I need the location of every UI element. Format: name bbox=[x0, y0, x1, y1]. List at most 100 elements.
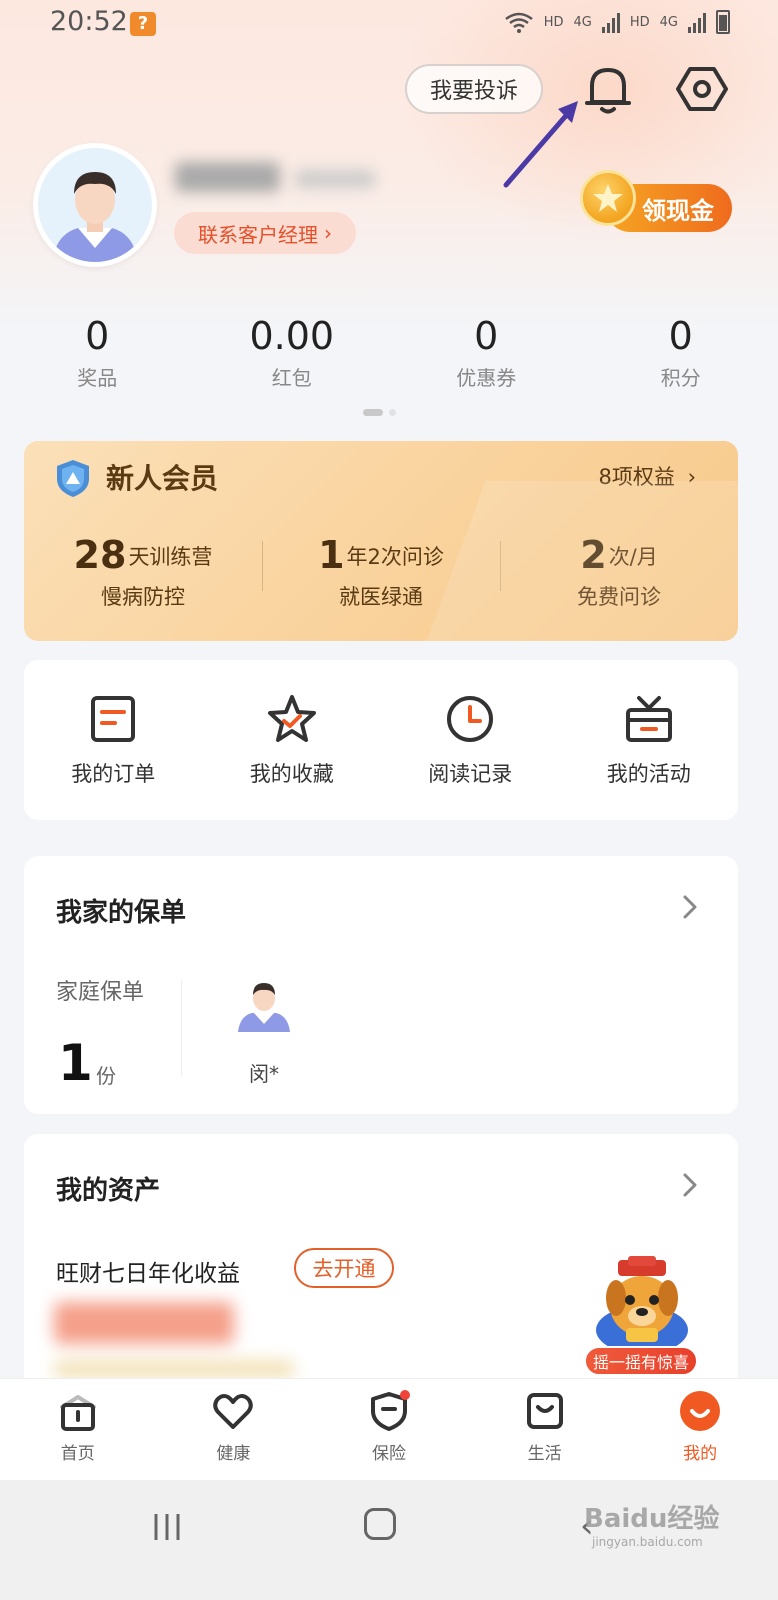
signal-icon bbox=[601, 11, 620, 33]
tab-insurance[interactable]: 保险 bbox=[311, 1379, 467, 1480]
notification-app-icon: ? bbox=[130, 12, 156, 36]
my-activities-button[interactable]: 我的活动 bbox=[560, 660, 739, 820]
benefit-unit: 年2次问诊 bbox=[346, 545, 444, 569]
recent-apps-icon[interactable] bbox=[150, 1510, 184, 1544]
member-rights-link[interactable]: 8项权益 › bbox=[599, 461, 696, 491]
stat-value: 0 bbox=[668, 314, 693, 358]
tab-home[interactable]: 首页 bbox=[0, 1379, 156, 1480]
benefit-unit: 次/月 bbox=[608, 545, 658, 569]
network-gen-2: 4G bbox=[659, 14, 678, 30]
benefit-name: 就医绿通 bbox=[339, 585, 423, 609]
action-label: 阅读记录 bbox=[428, 762, 513, 786]
chevron-right-icon[interactable] bbox=[682, 894, 698, 920]
status-bar: 20:52 ? HD 4G HD 4G bbox=[0, 0, 778, 46]
stat-value: 0 bbox=[85, 314, 110, 358]
contact-manager-button[interactable]: 联系客户经理 › bbox=[174, 212, 356, 254]
bottom-tab-bar: 首页 健康 保险 生活 我的 bbox=[0, 1378, 778, 1480]
clock-icon bbox=[447, 696, 494, 742]
divider bbox=[181, 980, 182, 1076]
stat-prizes[interactable]: 0 奖品 bbox=[0, 312, 195, 402]
benefit-number: 2 bbox=[580, 533, 607, 577]
action-label: 我的订单 bbox=[71, 762, 156, 786]
chevron-right-icon: › bbox=[324, 221, 332, 245]
watermark: Baidu经验 jingyan.baidu.com bbox=[584, 1498, 719, 1549]
member-shield-icon bbox=[57, 460, 89, 497]
benefit-number: 1 bbox=[318, 533, 345, 577]
battery-icon bbox=[716, 10, 730, 34]
page-indicator bbox=[363, 409, 396, 416]
my-favorites-button[interactable]: 我的收藏 bbox=[203, 660, 382, 820]
coin-icon bbox=[580, 170, 636, 226]
tab-life[interactable]: 生活 bbox=[467, 1379, 623, 1480]
tab-label: 我的 bbox=[683, 1444, 718, 1464]
home-icon bbox=[59, 1395, 96, 1431]
member-title: 新人会员 bbox=[106, 462, 219, 495]
benefit-name: 免费问诊 bbox=[577, 585, 661, 609]
member-rights-label: 8项权益 bbox=[598, 465, 675, 489]
stat-value: 0 bbox=[474, 314, 499, 358]
stat-label: 红包 bbox=[271, 366, 312, 390]
stat-points[interactable]: 0 积分 bbox=[584, 312, 778, 402]
heart-icon bbox=[213, 1394, 254, 1429]
stat-red-packets[interactable]: 0.00 红包 bbox=[195, 312, 390, 402]
family-policy-label: 家庭保单 bbox=[56, 980, 145, 1005]
benefit-name: 慢病防控 bbox=[101, 585, 185, 609]
tab-label: 保险 bbox=[371, 1444, 406, 1464]
get-cash-button[interactable]: 领现金 bbox=[580, 170, 732, 236]
family-policy-card[interactable]: 我家的保单 家庭保单 1 份 闵* bbox=[24, 856, 738, 1114]
user-avatar-icon bbox=[38, 148, 152, 262]
status-indicators: HD 4G HD 4G bbox=[504, 10, 730, 34]
home-nav-icon[interactable] bbox=[364, 1508, 396, 1540]
bell-icon[interactable] bbox=[582, 62, 634, 116]
stat-label: 奖品 bbox=[77, 366, 118, 390]
member-benefits: 28天训练营 慢病防控 1年2次问诊 就医绿通 2次/月 免费问诊 bbox=[24, 533, 738, 611]
bag-icon bbox=[526, 1393, 563, 1429]
order-icon bbox=[91, 696, 136, 742]
username-redacted bbox=[175, 160, 375, 196]
stat-coupons[interactable]: 0 优惠券 bbox=[389, 312, 584, 402]
quick-actions-card: 我的订单 我的收藏 阅读记录 我的活动 bbox=[24, 660, 738, 820]
stat-label: 优惠券 bbox=[456, 366, 517, 390]
benefit-number: 28 bbox=[73, 533, 127, 577]
reading-history-button[interactable]: 阅读记录 bbox=[381, 660, 560, 820]
stat-label: 积分 bbox=[660, 366, 701, 390]
new-member-card[interactable]: 新人会员 8项权益 › 28天训练营 慢病防控 1年2次问诊 就医绿通 2次/月… bbox=[24, 441, 738, 641]
tab-health[interactable]: 健康 bbox=[156, 1379, 312, 1480]
benefit-item[interactable]: 1年2次问诊 就医绿通 bbox=[262, 533, 500, 611]
mascot-dog-icon bbox=[596, 1256, 688, 1354]
tab-label: 生活 bbox=[527, 1444, 562, 1464]
chevron-right-icon[interactable] bbox=[682, 1172, 698, 1198]
network-type-2: HD bbox=[629, 14, 650, 30]
my-assets-title: 我的资产 bbox=[56, 1176, 161, 1206]
stat-value: 0.00 bbox=[249, 314, 335, 358]
settings-icon[interactable] bbox=[676, 62, 728, 116]
my-orders-button[interactable]: 我的订单 bbox=[24, 660, 203, 820]
stats-row: 0 奖品 0.00 红包 0 优惠券 0 积分 bbox=[0, 312, 778, 402]
chevron-right-icon: › bbox=[687, 465, 696, 489]
system-navigation-bar: ‹ Baidu经验 jingyan.baidu.com bbox=[0, 1480, 778, 1600]
shield-icon bbox=[370, 1390, 410, 1431]
shake-promo-label: 摇一摇有惊喜 bbox=[584, 1346, 698, 1376]
shake-promo-widget[interactable]: 摇一摇有惊喜 bbox=[584, 1256, 700, 1378]
avatar[interactable] bbox=[33, 143, 157, 267]
yield-label: 旺财七日年化收益 bbox=[56, 1261, 240, 1287]
network-type-1: HD bbox=[543, 14, 564, 30]
profile-icon bbox=[680, 1391, 721, 1431]
gift-icon bbox=[625, 696, 672, 742]
open-account-button[interactable]: 去开通 bbox=[294, 1248, 394, 1288]
network-gen-1: 4G bbox=[573, 14, 592, 30]
action-label: 我的活动 bbox=[606, 762, 691, 786]
family-policy-count: 1 bbox=[58, 1034, 93, 1092]
benefit-item[interactable]: 28天训练营 慢病防控 bbox=[24, 533, 262, 611]
benefit-unit: 天训练营 bbox=[128, 545, 213, 569]
member-name: 闵* bbox=[249, 1062, 279, 1086]
annotation-arrow-icon bbox=[503, 101, 578, 188]
action-label: 我的收藏 bbox=[249, 762, 334, 786]
favorite-star-icon bbox=[267, 695, 316, 742]
family-policy-unit: 份 bbox=[96, 1064, 116, 1088]
member-avatar-icon[interactable] bbox=[236, 976, 292, 1032]
tab-me[interactable]: 我的 bbox=[622, 1379, 778, 1480]
status-time: 20:52 bbox=[50, 6, 128, 37]
benefit-item[interactable]: 2次/月 免费问诊 bbox=[500, 533, 738, 611]
tab-label: 首页 bbox=[60, 1444, 95, 1464]
